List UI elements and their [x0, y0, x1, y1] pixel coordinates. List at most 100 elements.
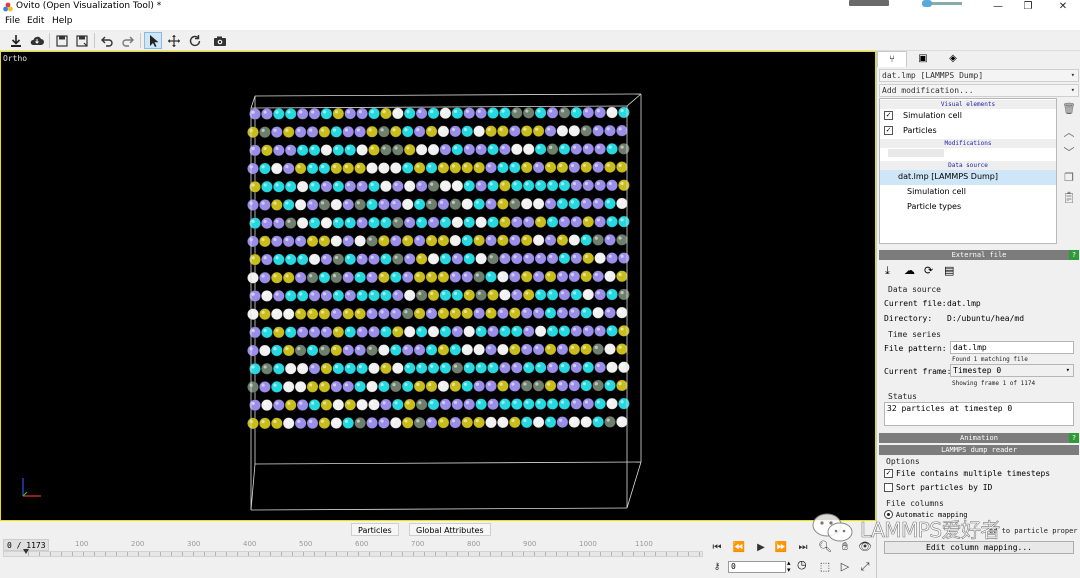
particle-highlight [251, 365, 255, 369]
particle-highlight [535, 309, 539, 313]
add-modification-dropdown[interactable]: Add modification... ▾ [879, 84, 1079, 97]
menu-edit[interactable]: Edit [27, 16, 44, 26]
menu-help[interactable]: Help [52, 16, 73, 26]
reload-icon[interactable]: ⟳ [924, 264, 933, 277]
copy-icon[interactable]: ❐ [1060, 169, 1078, 186]
undo-icon[interactable] [98, 32, 116, 49]
particle [522, 143, 535, 156]
load-remote-icon[interactable] [28, 32, 46, 49]
help-badge[interactable]: ? [1069, 250, 1079, 260]
first-frame-button[interactable]: ⏮ [708, 540, 726, 556]
sort-particles-checkbox[interactable] [884, 483, 893, 492]
pipeline-subitem-particle-types[interactable]: Particle types [907, 200, 961, 214]
animation-settings-clock-icon[interactable]: ◷ [797, 558, 807, 571]
viewport-caption[interactable]: Ortho [3, 54, 27, 63]
pipeline-selector[interactable]: dat.lmp [LAMMPS Dump] ▾ [879, 69, 1079, 82]
particle-highlight [535, 382, 539, 386]
render-tab-icon[interactable]: ▣ [908, 51, 938, 67]
blurred-modifier-item[interactable] [888, 149, 944, 157]
save-as-icon[interactable] [73, 32, 91, 49]
move-icon[interactable] [165, 32, 183, 49]
particle-highlight [297, 165, 301, 169]
particle [449, 271, 462, 283]
particle [594, 143, 606, 155]
particle-highlight [584, 327, 589, 331]
particle [582, 106, 595, 119]
frame-spinner[interactable]: 0 [728, 561, 786, 573]
particle [306, 198, 319, 211]
particle [520, 234, 533, 247]
taskbar-slider-knob[interactable] [922, 0, 932, 7]
help-badge[interactable]: ? [1069, 433, 1079, 443]
particle [294, 198, 307, 211]
timeline-track[interactable] [3, 551, 703, 557]
particle [499, 289, 511, 301]
move-down-icon[interactable]: ﹀ [1060, 144, 1078, 161]
previous-frame-button[interactable]: ⏪ [730, 540, 748, 556]
timeline-marker[interactable] [23, 549, 29, 554]
orbit-icon[interactable] [186, 32, 204, 49]
pipeline-item-simulation-cell-visual[interactable]: ✓ Simulation cell [884, 109, 962, 123]
overlay-tab-icon[interactable]: ◈ [938, 51, 968, 67]
particle [294, 162, 307, 175]
move-up-icon[interactable]: ︿ [1060, 124, 1078, 141]
spinner-arrows-icon[interactable]: ▴ ▾ [787, 560, 791, 574]
save-session-icon[interactable] [53, 32, 71, 49]
pipeline-item-particles-visual[interactable]: ✓ Particles [884, 124, 937, 138]
clipboard-icon[interactable]: 📋︎ [1060, 189, 1078, 206]
maximize-viewport-icon[interactable]: ⤢ [856, 558, 874, 575]
particle-highlight [594, 200, 598, 204]
particle [378, 417, 390, 429]
timeline-tick [523, 552, 524, 556]
particle [534, 325, 547, 338]
selection-mode-icon[interactable] [144, 32, 162, 49]
particle [580, 124, 593, 137]
multi-timestep-option[interactable]: ✓ File contains multiple timesteps [884, 469, 1050, 479]
zoom-all-icon[interactable]: ⬚ [816, 558, 834, 575]
pipeline-tab-icon[interactable]: ⑂ [877, 51, 907, 67]
particle-highlight [275, 183, 279, 187]
play-button[interactable]: ▶ [752, 540, 770, 556]
particle [499, 216, 511, 228]
render-icon[interactable] [211, 32, 229, 49]
particle [378, 162, 390, 174]
timeline-tick-label: 900 [523, 540, 537, 548]
particle-highlight [489, 400, 493, 404]
particle [413, 344, 426, 356]
taskbar-widget [849, 0, 889, 6]
key-icon[interactable]: ⚷ [708, 559, 726, 575]
multi-timestep-checkbox[interactable]: ✓ [884, 469, 893, 478]
simulation-cell-checkbox[interactable]: ✓ [884, 111, 893, 120]
menu-file[interactable]: File [5, 16, 20, 26]
next-frame-button[interactable]: ⏩ [772, 540, 790, 556]
close-button[interactable]: ✕ [1050, 0, 1076, 14]
load-file-icon[interactable] [7, 32, 25, 49]
particle [308, 217, 321, 229]
particle-highlight [487, 382, 491, 386]
particle [473, 125, 485, 138]
particles-checkbox[interactable]: ✓ [884, 126, 893, 135]
particle-highlight [273, 128, 277, 132]
particle [508, 307, 521, 319]
tab-particles[interactable]: Particles [351, 523, 399, 536]
tab-global-attributes[interactable]: Global Attributes [409, 523, 491, 536]
particle [272, 108, 285, 120]
pick-remote-file-icon[interactable]: ☁ [904, 264, 915, 277]
ortho-viewport[interactable]: Ortho [0, 51, 876, 521]
pick-orbit-center-icon[interactable]: ▷ [836, 558, 854, 575]
minimize-button[interactable]: — [985, 0, 1011, 14]
sort-particles-option[interactable]: Sort particles by ID [884, 483, 992, 493]
pipeline-subitem-simulation-cell[interactable]: Simulation cell [907, 185, 966, 199]
file-pattern-input[interactable]: dat.lmp [950, 341, 1074, 354]
particle-highlight [418, 109, 422, 114]
pick-new-file-icon[interactable]: ⤓ [885, 264, 890, 278]
timeline-tick-label: 800 [467, 540, 481, 548]
redo-icon[interactable] [119, 32, 137, 49]
particle [261, 362, 273, 375]
restore-button[interactable]: ❐ [1015, 0, 1041, 14]
edit-file-icon[interactable]: ▤ [944, 264, 954, 277]
particle [616, 306, 628, 319]
delete-icon[interactable]: 🗑︎ [1060, 100, 1078, 117]
current-frame-select[interactable]: Timestep 0 ▾ [950, 364, 1074, 377]
particle-highlight [475, 382, 479, 386]
